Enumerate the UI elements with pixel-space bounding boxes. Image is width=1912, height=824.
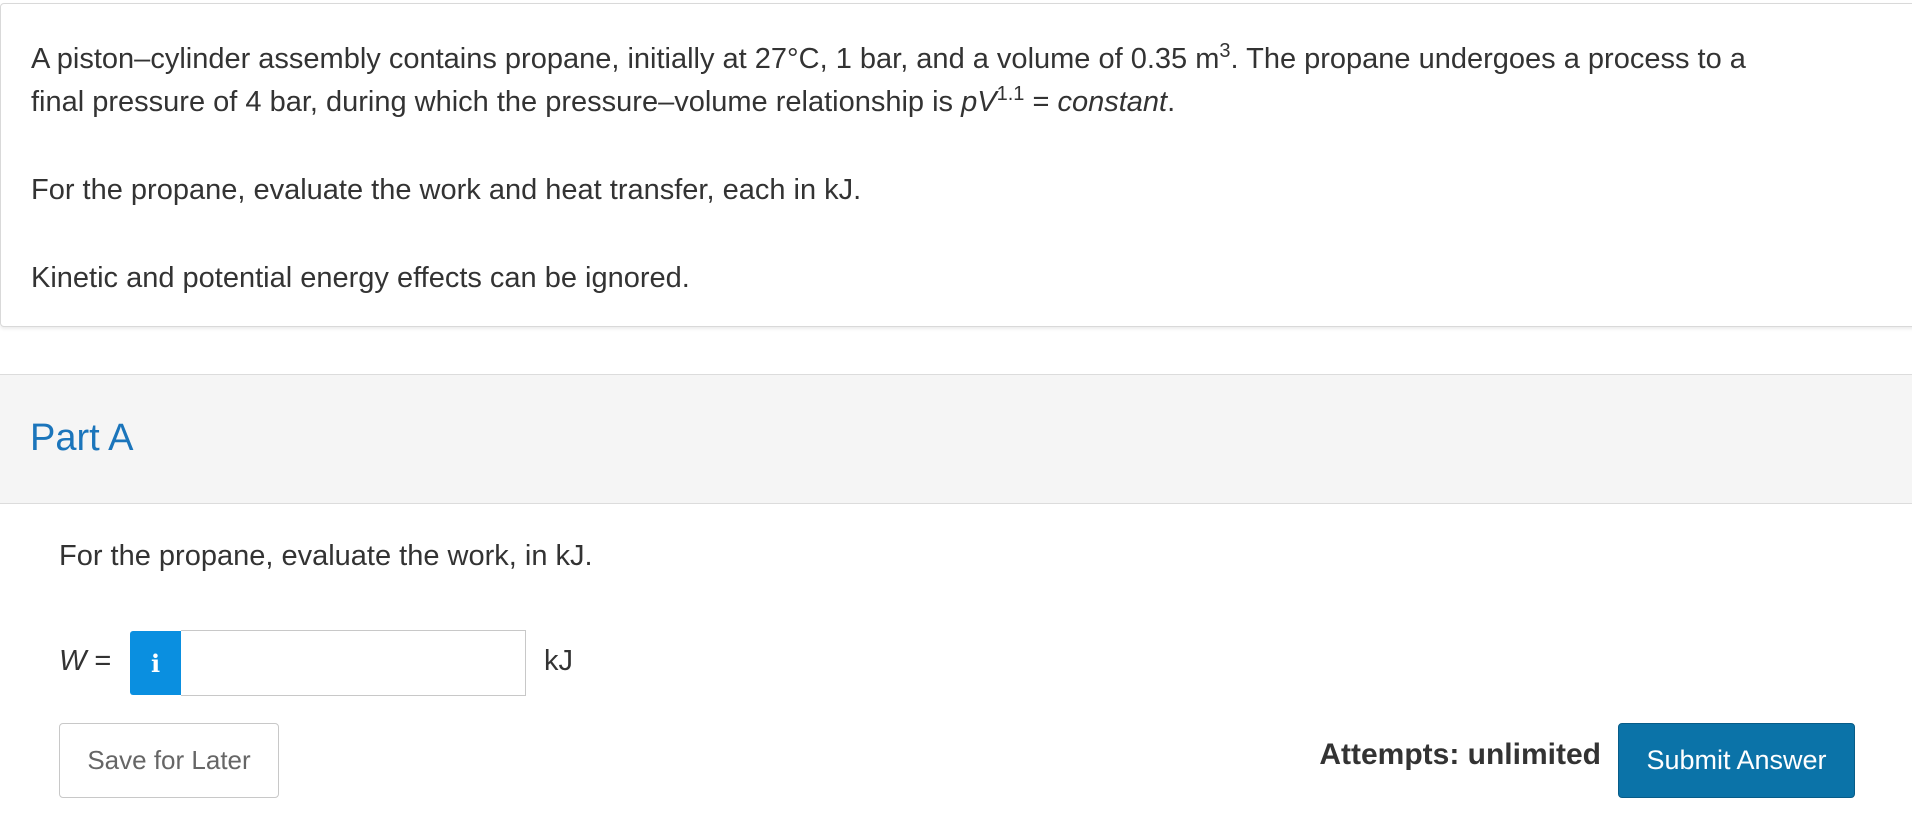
submit-answer-button[interactable]: Submit Answer (1618, 723, 1855, 798)
unit-label: kJ (544, 645, 573, 677)
variable-label: W = (59, 645, 111, 678)
save-for-later-button[interactable]: Save for Later (59, 723, 279, 798)
variable-symbol: W (59, 645, 87, 677)
question-text-segment: . The propane undergoes a process to a (1230, 43, 1746, 75)
question-line-2: final pressure of 4 bar, during which th… (31, 80, 1175, 124)
question-text-segment: = (1024, 86, 1058, 118)
answer-input[interactable] (181, 630, 526, 696)
question-line-1: A piston–cylinder assembly contains prop… (31, 37, 1746, 81)
question-paragraph-2: For the propane, evaluate the work and h… (31, 174, 862, 206)
superscript: 1.1 (996, 83, 1025, 105)
question-text-segment: final pressure of 4 bar, during which th… (31, 86, 962, 118)
info-icon[interactable]: i (130, 631, 181, 695)
attempts-label: Attempts: unlimited (1319, 738, 1601, 771)
question-text-segment: A piston–cylinder assembly contains prop… (31, 43, 1220, 75)
equals-sign: = (86, 645, 112, 677)
math-italic: constant (1057, 86, 1168, 118)
question-text-segment: . (1167, 86, 1176, 118)
part-title: Part A (30, 417, 134, 459)
question-paragraph-3: Kinetic and potential energy effects can… (31, 262, 690, 294)
superscript: 3 (1219, 40, 1231, 62)
question-statement: A piston–cylinder assembly contains prop… (0, 3, 1912, 327)
math-variable: pV (961, 86, 997, 118)
part-prompt: For the propane, evaluate the work, in k… (59, 540, 593, 572)
part-header: Part A (0, 374, 1912, 504)
